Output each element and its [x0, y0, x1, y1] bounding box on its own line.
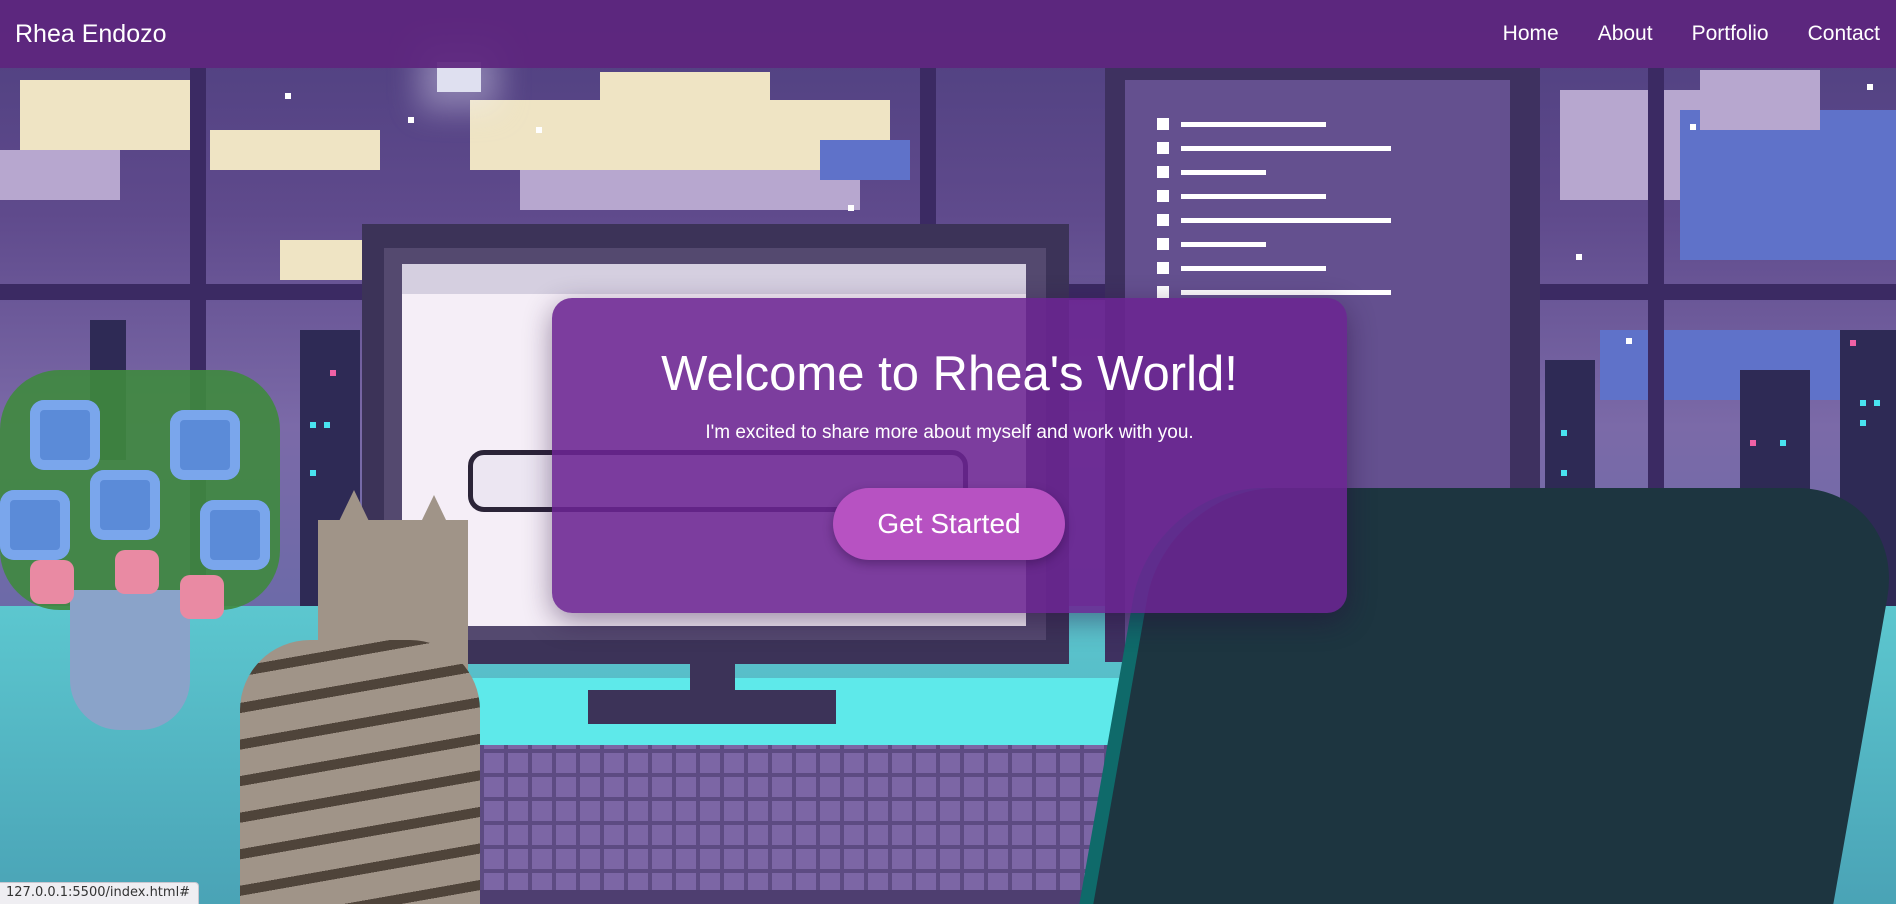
nav-link-contact[interactable]: Contact: [1808, 22, 1880, 46]
browser-status-url: 127.0.0.1:5500/index.html#: [0, 882, 200, 904]
brand-logo[interactable]: Rhea Endozo: [15, 20, 167, 49]
blue-flower: [0, 490, 70, 560]
keyboard-base: [452, 890, 1168, 904]
blue-flower: [30, 400, 100, 470]
get-started-button[interactable]: Get Started: [833, 488, 1065, 560]
star: [536, 127, 542, 133]
keyboard: [460, 745, 1160, 893]
monitor-browser-bar: [402, 264, 1026, 294]
hero-title: Welcome to Rhea's World!: [661, 347, 1238, 401]
cloud: [600, 72, 770, 107]
hero-subtitle: I'm excited to share more about myself a…: [705, 422, 1194, 443]
star: [1690, 124, 1696, 130]
nav-links: Home About Portfolio Contact: [1464, 22, 1880, 46]
cloud: [210, 130, 380, 170]
blue-flower: [90, 470, 160, 540]
star: [848, 205, 854, 211]
cloud: [820, 140, 910, 180]
pink-flower: [30, 560, 74, 604]
nav-link-portfolio[interactable]: Portfolio: [1692, 22, 1769, 46]
cloud: [1560, 90, 1700, 200]
nav-link-about[interactable]: About: [1598, 22, 1653, 46]
navbar: Rhea Endozo Home About Portfolio Contact: [0, 0, 1896, 68]
vase: [70, 590, 190, 730]
pink-flower: [180, 575, 224, 619]
cat-body: [240, 640, 480, 904]
blue-flower: [170, 410, 240, 480]
star: [1867, 84, 1873, 90]
cloud: [1680, 110, 1896, 260]
cloud: [520, 170, 860, 210]
cloud: [1700, 70, 1820, 130]
star: [408, 117, 414, 123]
page: Rhea Endozo Home About Portfolio Contact…: [0, 0, 1896, 904]
cloud: [0, 150, 120, 200]
monitor-base: [588, 690, 836, 724]
star: [285, 93, 291, 99]
pink-flower: [115, 550, 159, 594]
cloud: [20, 80, 190, 150]
nav-link-home[interactable]: Home: [1503, 22, 1559, 46]
hero-card: Welcome to Rhea's World! I'm excited to …: [552, 298, 1347, 613]
blue-flower: [200, 500, 270, 570]
star: [1626, 338, 1632, 344]
cloud: [280, 240, 370, 280]
star: [1576, 254, 1582, 260]
